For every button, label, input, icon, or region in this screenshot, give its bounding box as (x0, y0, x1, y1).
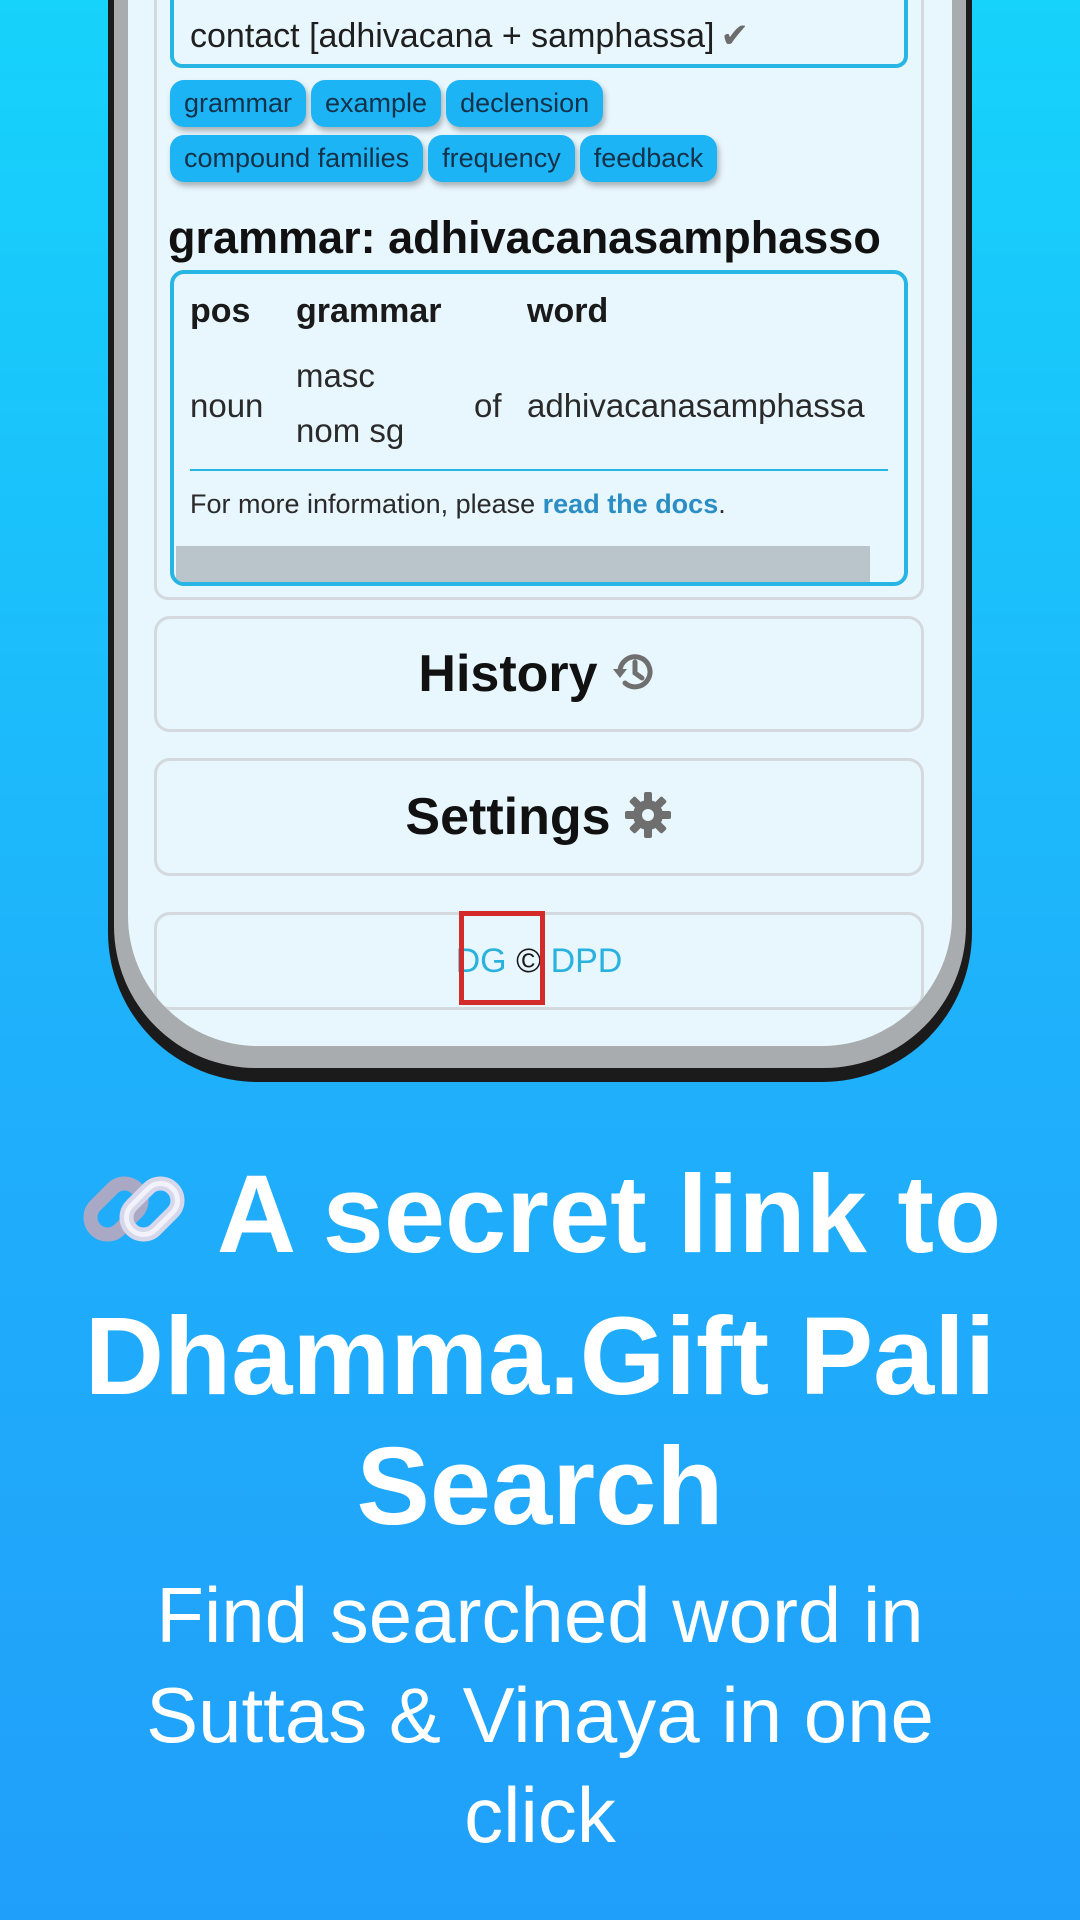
cell-word: adhivacanasamphassa (527, 387, 865, 424)
tab-example[interactable]: example (311, 80, 442, 127)
contact-text: contact [adhivacana + samphassa] (190, 17, 715, 55)
promo-title-line-2: Dhamma.Gift Pali (84, 1294, 996, 1418)
grammar-divider (190, 469, 888, 471)
cell-grammar-2: nom sg (296, 412, 405, 449)
check-icon: ✔ (720, 17, 750, 55)
link-icon (79, 1154, 189, 1292)
cell-grammar-1: masc (296, 357, 375, 394)
horizontal-scrollbar[interactable] (176, 546, 870, 582)
promo-title: A secret link to Dhamma.Gift Pali Search (0, 1150, 1080, 1552)
footer-card: DG © DPD (154, 911, 924, 1010)
promo-subtitle-line-1: Find searched word in (156, 1571, 924, 1659)
grammar-table-box: pos grammar word noun masc nom sg of adh… (170, 270, 908, 586)
history-label: History (418, 645, 598, 703)
highlight-box (459, 911, 545, 1005)
tab-declension[interactable]: declension (446, 80, 604, 127)
history-button[interactable]: History (154, 616, 924, 732)
phone-screen: contact [adhivacana + samphassa] ✔ gramma… (128, 0, 952, 1046)
header-grammar: grammar (296, 292, 442, 330)
grammar-note: For more information, please read the do… (190, 489, 726, 520)
promo-title-text-1: A secret link to (216, 1153, 1002, 1276)
contact-meaning: contact [adhivacana + samphassa] ✔ (190, 16, 749, 56)
promo-subtitle: Find searched word in Suttas & Vinaya in… (0, 1565, 1080, 1865)
read-docs-link[interactable]: read the docs (543, 489, 719, 519)
grammar-heading: grammar: adhivacanasamphasso (168, 212, 881, 263)
note-prefix: For more information, please (190, 489, 543, 519)
dpd-link[interactable]: DPD (551, 942, 623, 980)
tab-frequency[interactable]: frequency (428, 135, 575, 182)
contact-box: contact [adhivacana + samphassa] ✔ (170, 0, 908, 68)
cell-pos: noun (190, 387, 264, 424)
cell-of: of (474, 387, 502, 424)
gear-icon (623, 790, 673, 845)
header-pos: pos (190, 292, 251, 330)
tab-chips-row-2: compound families frequency feedback (170, 135, 930, 182)
note-suffix: . (718, 489, 726, 519)
promo-subtitle-line-3: click (464, 1771, 616, 1859)
promo-title-line-1: A secret link to (0, 1150, 1080, 1292)
history-icon (610, 647, 660, 702)
tab-grammar[interactable]: grammar (170, 80, 307, 127)
tab-compound-families[interactable]: compound families (170, 135, 424, 182)
tab-feedback[interactable]: feedback (579, 135, 718, 182)
settings-button[interactable]: Settings (154, 758, 924, 876)
header-word: word (527, 292, 609, 330)
promo-title-line-3: Search (356, 1424, 724, 1548)
settings-label: Settings (405, 788, 611, 846)
promo-subtitle-line-2: Suttas & Vinaya in one (146, 1671, 934, 1759)
tab-chips-row-1: grammar example declension (170, 80, 930, 127)
